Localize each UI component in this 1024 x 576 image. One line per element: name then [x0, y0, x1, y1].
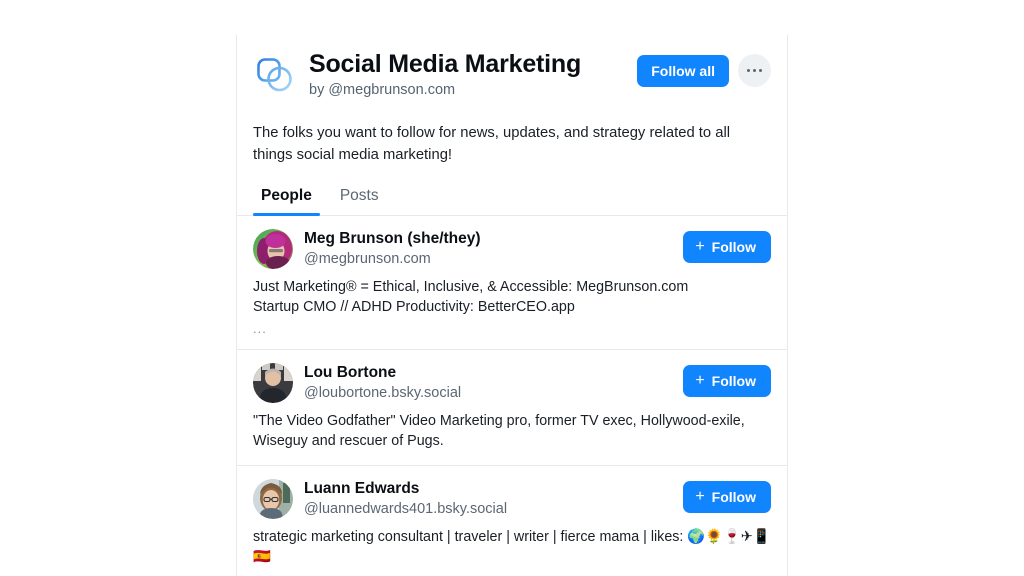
starterpack-byline: by @megbrunson.com: [309, 82, 456, 98]
list-item[interactable]: Meg Brunson (she/they) @megbrunson.com +…: [237, 216, 787, 350]
person-handle: @luannedwards401.bsky.social: [304, 501, 508, 517]
person-bio: Just Marketing® = Ethical, Inclusive, & …: [253, 279, 689, 315]
header-actions: Follow all: [637, 49, 771, 87]
person-bio: strategic marketing consultant | travele…: [253, 529, 771, 565]
follow-button[interactable]: + Follow: [683, 231, 771, 263]
list-item[interactable]: Luann Edwards @luannedwards401.bsky.soci…: [237, 466, 787, 576]
more-options-button[interactable]: [738, 54, 771, 87]
tab-bar: People Posts: [237, 166, 787, 216]
starterpack-title-block: Social Media Marketing by @megbrunson.co…: [309, 49, 637, 100]
person-header: Luann Edwards @luannedwards401.bsky.soci…: [253, 479, 771, 519]
tab-posts[interactable]: Posts: [332, 186, 387, 215]
follow-button-label: Follow: [711, 373, 756, 389]
avatar[interactable]: [253, 363, 293, 403]
person-header: Lou Bortone @loubortone.bsky.social + Fo…: [253, 363, 771, 403]
starterpack-description: The folks you want to follow for news, u…: [253, 125, 731, 163]
avatar[interactable]: [253, 479, 293, 519]
follow-button[interactable]: + Follow: [683, 365, 771, 397]
follow-button-label: Follow: [711, 489, 756, 505]
follow-button[interactable]: + Follow: [683, 481, 771, 513]
person-handle: @megbrunson.com: [304, 251, 431, 267]
follow-button-label: Follow: [711, 239, 756, 255]
person-identity: Meg Brunson (she/they) @megbrunson.com: [304, 229, 683, 269]
ellipsis-icon: [747, 68, 762, 73]
person-bio: "The Video Godfather" Video Marketing pr…: [253, 413, 745, 449]
starterpack-logo-icon: [253, 53, 299, 99]
plus-icon: +: [695, 372, 705, 389]
list-item[interactable]: Lou Bortone @loubortone.bsky.social + Fo…: [237, 350, 787, 466]
bio-truncation-indicator: ...: [253, 321, 267, 336]
person-display-name: Meg Brunson (she/they): [304, 230, 481, 247]
starterpack-header: Social Media Marketing by @megbrunson.co…: [237, 35, 787, 100]
person-handle: @loubortone.bsky.social: [304, 385, 462, 401]
starterpack-card: Social Media Marketing by @megbrunson.co…: [236, 35, 788, 576]
person-display-name: Luann Edwards: [304, 480, 420, 497]
plus-icon: +: [695, 488, 705, 505]
page-root: Social Media Marketing by @megbrunson.co…: [0, 0, 1024, 576]
person-identity: Luann Edwards @luannedwards401.bsky.soci…: [304, 479, 683, 519]
tab-people[interactable]: People: [253, 186, 320, 216]
page-title: Social Media Marketing: [309, 50, 582, 78]
person-display-name: Lou Bortone: [304, 364, 397, 381]
person-header: Meg Brunson (she/they) @megbrunson.com +…: [253, 229, 771, 269]
plus-icon: +: [695, 238, 705, 255]
person-identity: Lou Bortone @loubortone.bsky.social: [304, 363, 683, 403]
avatar[interactable]: [253, 229, 293, 269]
follow-all-button[interactable]: Follow all: [637, 54, 729, 87]
